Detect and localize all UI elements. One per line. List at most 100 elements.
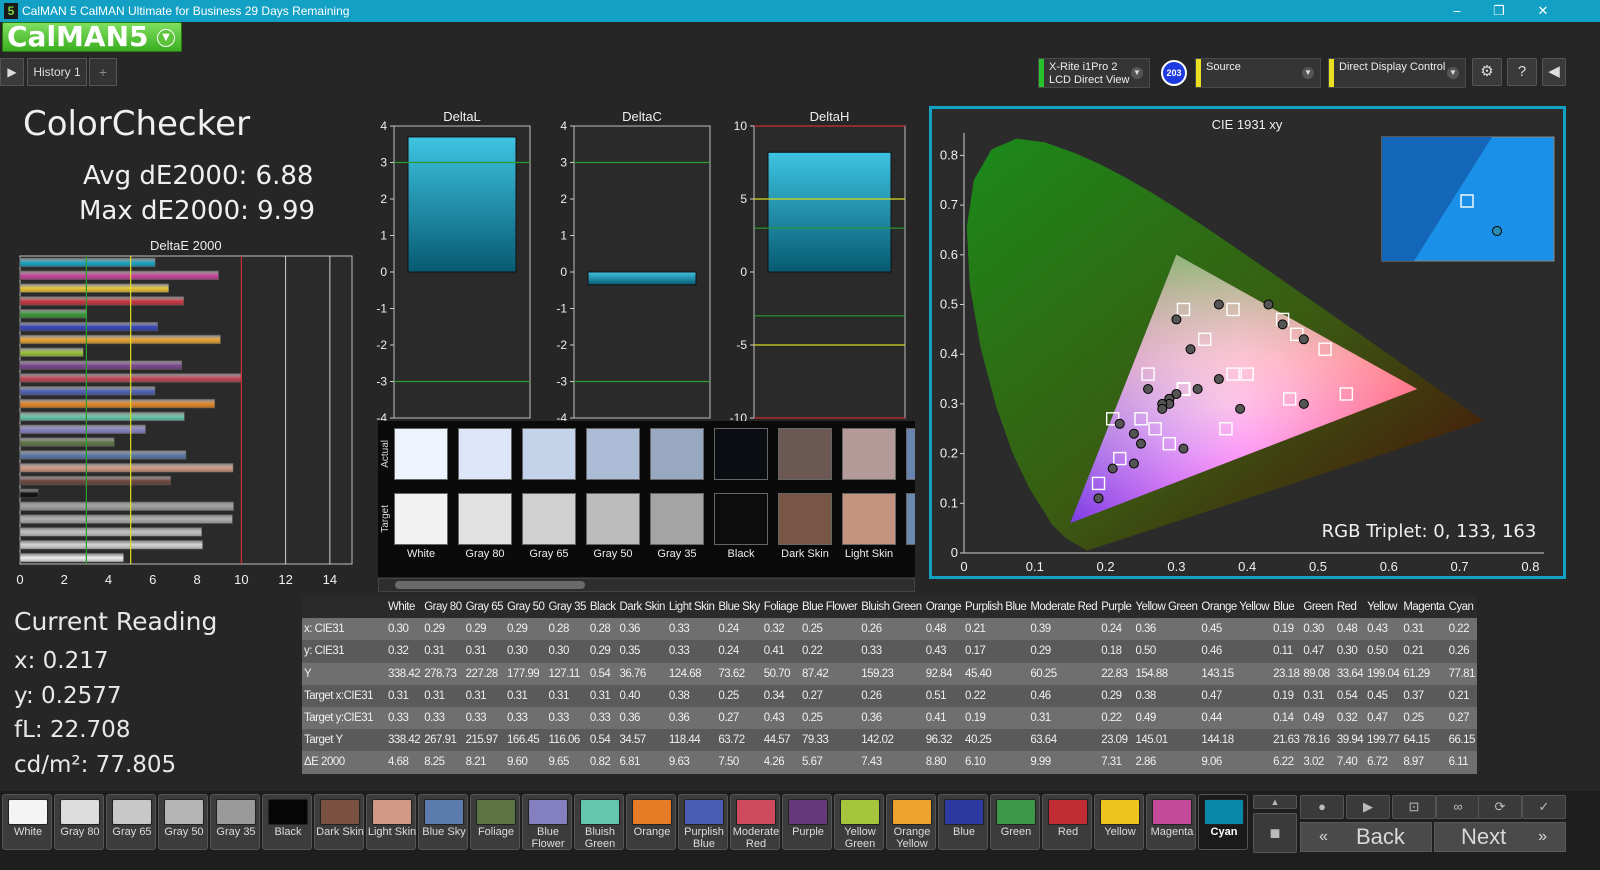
table-cell: 0.33 [548, 712, 569, 725]
patch-label: Cyan [1210, 826, 1238, 838]
table-cell: 0.31 [465, 645, 487, 658]
read-series-icon[interactable]: ⊡ [1392, 795, 1436, 819]
tab-history-1[interactable]: History 1 [27, 58, 87, 86]
stop-icon[interactable]: ● [1300, 795, 1344, 819]
patch-color-chip [632, 799, 672, 825]
table-cell: 7.40 [1336, 756, 1358, 769]
patch-button[interactable]: Orange Yellow [886, 794, 936, 850]
patch-button[interactable]: Gray 65 [106, 794, 156, 850]
patch-button[interactable]: Yellow [1094, 794, 1144, 850]
close-button[interactable]: ✕ [1528, 2, 1558, 20]
calman-logo-menu[interactable]: CalMAN5 ▼ [2, 22, 182, 52]
table-cell: 0.26 [861, 689, 882, 702]
up-arrow-icon[interactable]: ▲ [1253, 795, 1297, 809]
table-cell: 73.62 [718, 667, 745, 680]
table-cell: 118.44 [668, 734, 701, 747]
table-cell: 0.36 [619, 712, 641, 725]
patch-button[interactable]: Blue Flower [522, 794, 572, 850]
scrollbar-thumb[interactable] [395, 581, 585, 589]
patch-button[interactable]: Black [262, 794, 312, 850]
table-cell: 0.18 [1101, 645, 1122, 658]
minimize-button[interactable]: – [1442, 2, 1472, 20]
patch-button[interactable]: White [2, 794, 52, 850]
meter-selector[interactable]: X-Rite i1Pro 2 LCD Direct View ▼ [1038, 58, 1150, 88]
patch-button[interactable]: Light Skin [366, 794, 416, 850]
table-cell: 0.35 [619, 645, 641, 658]
target-swatch [586, 493, 640, 545]
table-cell: 9.60 [507, 756, 528, 769]
patch-button[interactable]: Purplish Blue [678, 794, 728, 850]
y-tick-label: 0 [740, 265, 747, 279]
maximize-button[interactable]: ❐ [1484, 2, 1514, 20]
meter-mode: LCD Direct View [1049, 74, 1130, 86]
display-selector[interactable]: Direct Display Control ▼ [1328, 58, 1466, 88]
actual-swatch [714, 428, 768, 480]
swatch-name: Gray 35 [657, 548, 697, 560]
patch-button[interactable]: Gray 50 [158, 794, 208, 850]
patch-button[interactable]: Magenta [1146, 794, 1196, 850]
patch-button[interactable]: Cyan [1198, 794, 1248, 850]
table-cell: 0.29 [507, 623, 528, 636]
patch-button[interactable]: Blue Sky [418, 794, 468, 850]
table-cell: 0.31 [1030, 712, 1051, 725]
back-button[interactable]: « Back [1300, 822, 1432, 852]
patch-button[interactable]: Gray 35 [210, 794, 260, 850]
play-icon[interactable]: ▶ [0, 58, 24, 86]
de-bar [19, 463, 234, 473]
patch-button[interactable]: Gray 80 [54, 794, 104, 850]
table-cell: 0.24 [718, 623, 739, 636]
add-history-button[interactable]: + [89, 58, 117, 86]
table-cell: 0.40 [619, 689, 641, 702]
table-cell: 0.22 [965, 689, 986, 702]
measured-point [1128, 458, 1139, 469]
patch-button[interactable]: Yellow Green [834, 794, 884, 850]
patch-button[interactable]: Green [990, 794, 1040, 850]
patch-button[interactable]: Blue [938, 794, 988, 850]
table-cell: 0.25 [801, 623, 823, 636]
next-button[interactable]: Next » [1434, 822, 1566, 852]
table-cell: 0.41 [925, 712, 947, 725]
delta-bar [587, 271, 697, 286]
patch-button[interactable]: Dark Skin [314, 794, 364, 850]
check-icon[interactable]: ✓ [1522, 795, 1566, 819]
cie-panel: CIE 1931 xy 0 0.1 0.2 0.3 0.4 0.5 0.6 0.7 0.8 0 0.1… [929, 106, 1566, 579]
table-cell: 0.24 [1101, 623, 1122, 636]
patch-button[interactable]: Bluish Green [574, 794, 624, 850]
y-tick-label: 0.5 [940, 297, 958, 312]
measured-point [1114, 418, 1125, 429]
patch-label: Purple [792, 826, 824, 838]
column-header: Red [1336, 601, 1357, 614]
settings-gear-icon[interactable]: ⚙ [1472, 58, 1502, 86]
stop-square-icon[interactable]: ■ [1253, 813, 1297, 853]
refresh-icon[interactable]: ⟳ [1478, 795, 1522, 819]
collapse-arrow-icon[interactable]: ◀ [1542, 58, 1566, 86]
x-tick-label: 0.4 [1238, 559, 1256, 574]
table-cell: 116.06 [548, 734, 580, 747]
patch-button[interactable]: Moderate Red [730, 794, 780, 850]
swatch-scrollbar[interactable] [378, 578, 915, 592]
patch-button[interactable]: Orange [626, 794, 676, 850]
play-measure-icon[interactable]: ▶ [1346, 795, 1390, 819]
y-tick-label: -1 [376, 302, 387, 316]
patch-button[interactable]: Foliage [470, 794, 520, 850]
measured-point [1185, 344, 1196, 355]
patch-color-chip [528, 799, 568, 825]
y-tick-label: 1 [380, 229, 387, 243]
y-tick-label: -1 [556, 302, 567, 316]
patch-button[interactable]: Red [1042, 794, 1092, 850]
table-cell: 0.28 [548, 623, 569, 636]
continuous-icon[interactable]: ∞ [1436, 795, 1480, 819]
chart-title: DeltaH [810, 109, 850, 124]
source-selector[interactable]: Source ▼ [1195, 58, 1321, 88]
delta-bar [767, 151, 892, 273]
table-cell: 0.38 [668, 689, 690, 702]
meter-badge[interactable]: 203 [1161, 60, 1187, 86]
actual-swatch [842, 428, 896, 480]
help-icon[interactable]: ? [1507, 58, 1537, 86]
swatch-name: Gray 50 [593, 548, 633, 560]
patch-button[interactable]: Purple [782, 794, 832, 850]
delta-bar [407, 136, 517, 273]
patch-color-chip [320, 799, 360, 825]
y-tick-label: 0 [380, 265, 387, 279]
table-cell: 0.11 [1273, 645, 1293, 658]
